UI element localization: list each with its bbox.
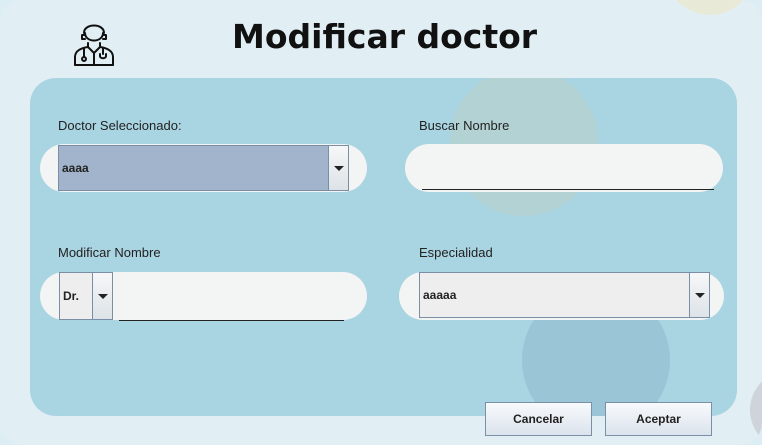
chevron-down-icon[interactable] [689,273,709,317]
specialty-label: Especialidad [419,245,493,260]
modify-name-label: Modificar Nombre [58,245,161,260]
search-name-label: Buscar Nombre [419,118,510,133]
doctor-select-value: aaaa [62,161,89,175]
specialty-select[interactable]: aaaaa [419,272,710,318]
chevron-down-icon[interactable] [328,146,348,190]
search-name-input[interactable] [422,189,714,190]
title-prefix-value: Dr. [63,289,80,303]
form-panel: Doctor Seleccionado: aaaa Buscar Nombre … [30,78,737,416]
cancel-button[interactable]: Cancelar [485,402,592,436]
decorative-circle [750,370,762,445]
specialty-select-value: aaaaa [423,288,457,302]
modify-name-input[interactable] [119,320,344,321]
decorative-circle [665,0,755,15]
modify-doctor-window: Modificar doctor Doctor Seleccionado: aa… [0,0,762,445]
doctor-select[interactable]: aaaa [58,145,349,191]
doctor-selected-label: Doctor Seleccionado: [58,118,182,133]
page-title: Modificar doctor [232,17,538,56]
title-prefix-select[interactable]: Dr. [59,272,113,320]
search-name-container [405,144,723,192]
doctor-icon [74,24,114,66]
chevron-down-icon[interactable] [92,273,112,319]
accept-button[interactable]: Aceptar [605,402,712,436]
